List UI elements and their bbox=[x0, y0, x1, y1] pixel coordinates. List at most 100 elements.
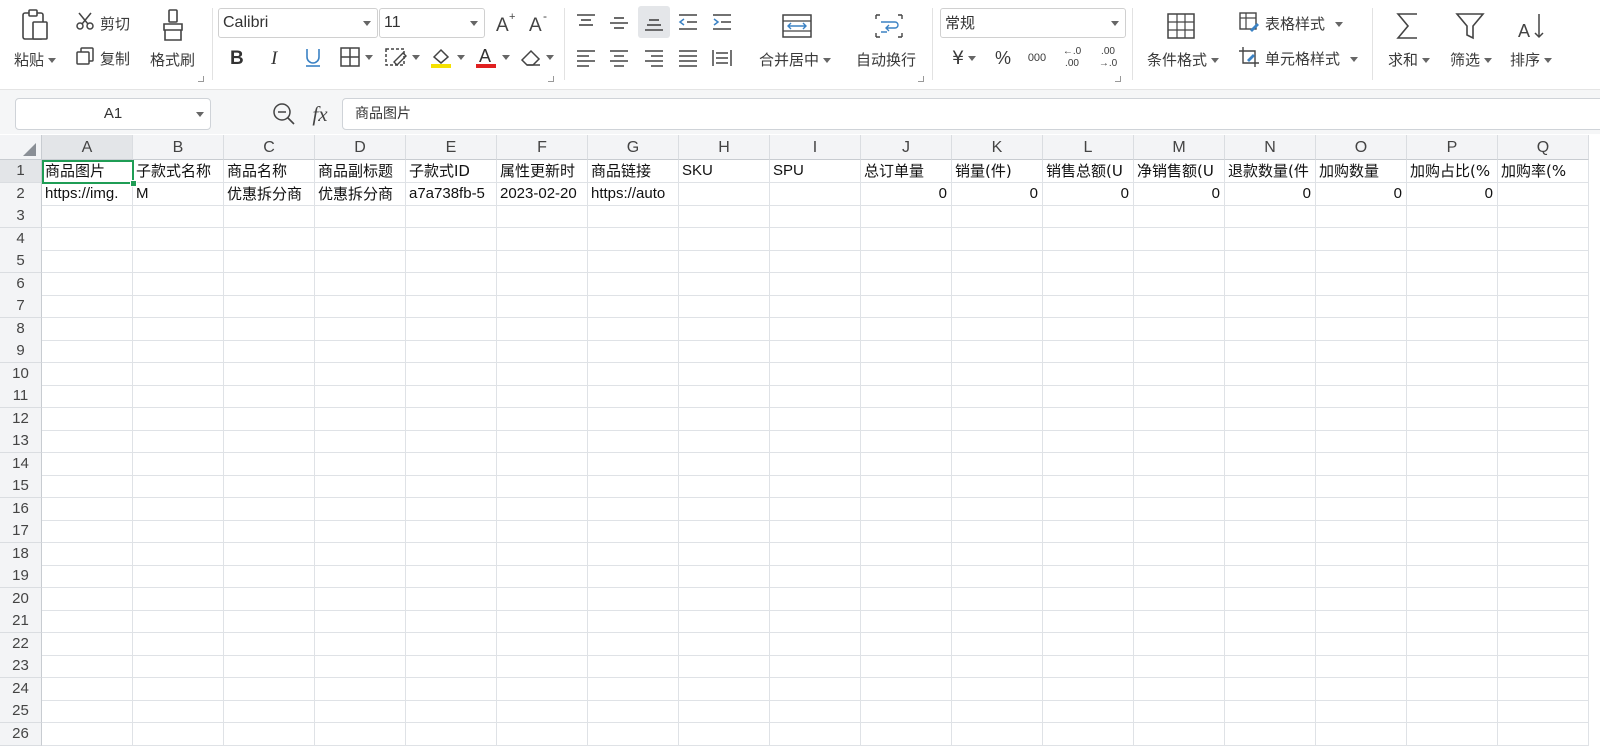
cell-i16[interactable] bbox=[770, 497, 861, 521]
cell-h7[interactable] bbox=[679, 295, 770, 318]
cell-q5[interactable] bbox=[1498, 250, 1589, 273]
cell-o2[interactable]: 0 bbox=[1316, 182, 1407, 206]
cell-o10[interactable] bbox=[1316, 362, 1407, 386]
cell-o7[interactable] bbox=[1316, 295, 1407, 318]
cell-j17[interactable] bbox=[861, 520, 952, 543]
fill-color-icon[interactable] bbox=[427, 44, 467, 70]
zoom-search-icon[interactable] bbox=[270, 100, 298, 128]
cell-a17[interactable] bbox=[42, 520, 133, 543]
cell-style-button[interactable]: 单元格样式 bbox=[1265, 48, 1359, 69]
cell-f14[interactable] bbox=[497, 452, 588, 476]
cell-d4[interactable] bbox=[315, 227, 406, 251]
cell-m25[interactable] bbox=[1134, 700, 1225, 723]
cell-o12[interactable] bbox=[1316, 407, 1407, 431]
cell-e5[interactable] bbox=[406, 250, 497, 273]
cell-n14[interactable] bbox=[1225, 452, 1316, 476]
cell-c9[interactable] bbox=[224, 340, 315, 363]
cell-j6[interactable] bbox=[861, 272, 952, 296]
decrease-decimal-icon[interactable]: .00 →.0 bbox=[1092, 43, 1124, 73]
row-header-12[interactable]: 12 bbox=[0, 407, 42, 431]
cell-d12[interactable] bbox=[315, 407, 406, 431]
cell-c18[interactable] bbox=[224, 542, 315, 566]
cell-d18[interactable] bbox=[315, 542, 406, 566]
cell-k5[interactable] bbox=[952, 250, 1043, 273]
cell-c20[interactable] bbox=[224, 587, 315, 611]
cell-i6[interactable] bbox=[770, 272, 861, 296]
cell-j1[interactable]: 总订单量 bbox=[861, 160, 952, 183]
cell-j21[interactable] bbox=[861, 610, 952, 633]
column-header-d[interactable]: D bbox=[315, 135, 406, 160]
cell-q17[interactable] bbox=[1498, 520, 1589, 543]
cell-l18[interactable] bbox=[1043, 542, 1134, 566]
cell-c3[interactable] bbox=[224, 205, 315, 228]
cell-n9[interactable] bbox=[1225, 340, 1316, 363]
column-header-b[interactable]: B bbox=[133, 135, 224, 160]
cell-k8[interactable] bbox=[952, 317, 1043, 341]
cell-k6[interactable] bbox=[952, 272, 1043, 296]
cell-b19[interactable] bbox=[133, 565, 224, 588]
cell-c13[interactable] bbox=[224, 430, 315, 453]
cell-f24[interactable] bbox=[497, 677, 588, 701]
copy-button[interactable]: 复制 bbox=[100, 48, 130, 69]
cell-f19[interactable] bbox=[497, 565, 588, 588]
cell-i8[interactable] bbox=[770, 317, 861, 341]
cell-k26[interactable] bbox=[952, 722, 1043, 746]
cell-a13[interactable] bbox=[42, 430, 133, 453]
cell-m11[interactable] bbox=[1134, 385, 1225, 408]
cell-m23[interactable] bbox=[1134, 655, 1225, 678]
cell-a18[interactable] bbox=[42, 542, 133, 566]
cell-a12[interactable] bbox=[42, 407, 133, 431]
cell-k15[interactable] bbox=[952, 475, 1043, 498]
row-header-4[interactable]: 4 bbox=[0, 227, 42, 251]
cell-p4[interactable] bbox=[1407, 227, 1498, 251]
cell-l17[interactable] bbox=[1043, 520, 1134, 543]
cell-g18[interactable] bbox=[588, 542, 679, 566]
cell-p6[interactable] bbox=[1407, 272, 1498, 296]
cell-n7[interactable] bbox=[1225, 295, 1316, 318]
cell-c26[interactable] bbox=[224, 722, 315, 746]
cell-a25[interactable] bbox=[42, 700, 133, 723]
cell-a5[interactable] bbox=[42, 250, 133, 273]
cell-m17[interactable] bbox=[1134, 520, 1225, 543]
cell-q12[interactable] bbox=[1498, 407, 1589, 431]
cell-a21[interactable] bbox=[42, 610, 133, 633]
cell-j15[interactable] bbox=[861, 475, 952, 498]
column-header-h[interactable]: H bbox=[679, 135, 770, 160]
cell-l23[interactable] bbox=[1043, 655, 1134, 678]
cell-b23[interactable] bbox=[133, 655, 224, 678]
cell-l10[interactable] bbox=[1043, 362, 1134, 386]
cell-p16[interactable] bbox=[1407, 497, 1498, 521]
cell-m6[interactable] bbox=[1134, 272, 1225, 296]
cell-e18[interactable] bbox=[406, 542, 497, 566]
cell-d16[interactable] bbox=[315, 497, 406, 521]
cell-i25[interactable] bbox=[770, 700, 861, 723]
cell-o21[interactable] bbox=[1316, 610, 1407, 633]
cell-p2[interactable]: 0 bbox=[1407, 182, 1498, 206]
cell-o24[interactable] bbox=[1316, 677, 1407, 701]
cell-p7[interactable] bbox=[1407, 295, 1498, 318]
cell-n26[interactable] bbox=[1225, 722, 1316, 746]
conditional-format-button[interactable]: 条件格式 bbox=[1147, 49, 1220, 70]
cell-m4[interactable] bbox=[1134, 227, 1225, 251]
cell-h9[interactable] bbox=[679, 340, 770, 363]
cell-q6[interactable] bbox=[1498, 272, 1589, 296]
cell-a14[interactable] bbox=[42, 452, 133, 476]
cell-e24[interactable] bbox=[406, 677, 497, 701]
cell-f9[interactable] bbox=[497, 340, 588, 363]
cell-k2[interactable]: 0 bbox=[952, 182, 1043, 206]
cell-a9[interactable] bbox=[42, 340, 133, 363]
row-header-6[interactable]: 6 bbox=[0, 272, 42, 296]
column-header-o[interactable]: O bbox=[1316, 135, 1407, 160]
cell-o18[interactable] bbox=[1316, 542, 1407, 566]
cell-j14[interactable] bbox=[861, 452, 952, 476]
cell-n11[interactable] bbox=[1225, 385, 1316, 408]
table-style-button[interactable]: 表格样式 bbox=[1265, 13, 1344, 34]
cell-p1[interactable]: 加购占比(% bbox=[1407, 160, 1498, 183]
align-center-icon[interactable] bbox=[605, 45, 633, 71]
cell-c25[interactable] bbox=[224, 700, 315, 723]
cell-p13[interactable] bbox=[1407, 430, 1498, 453]
cell-l22[interactable] bbox=[1043, 632, 1134, 656]
cell-k17[interactable] bbox=[952, 520, 1043, 543]
sum-icon[interactable] bbox=[1392, 8, 1424, 44]
cell-i1[interactable]: SPU bbox=[770, 160, 861, 183]
